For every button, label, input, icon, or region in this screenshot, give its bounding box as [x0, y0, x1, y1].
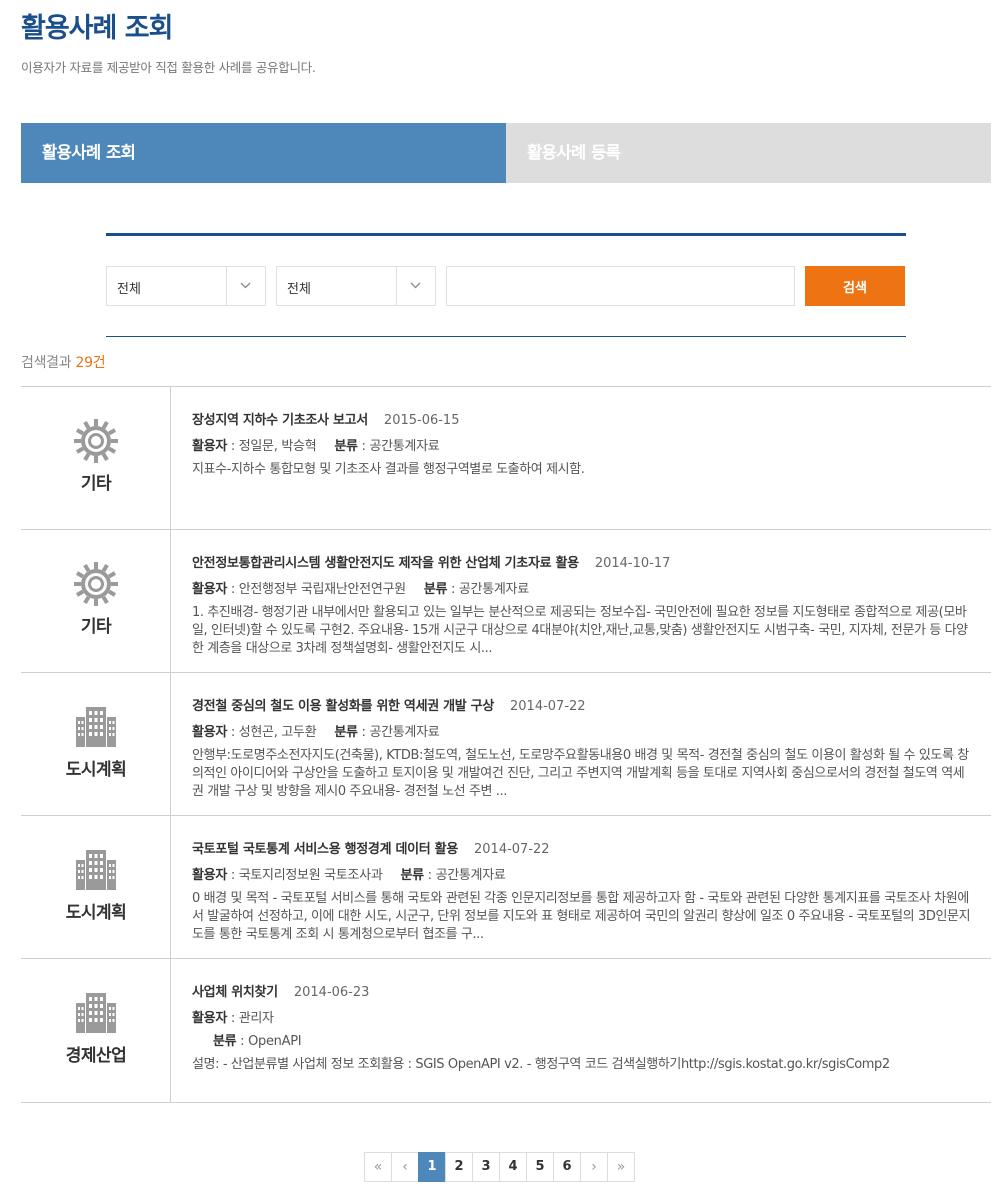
page-description: 이용자가 자료를 제공받아 직접 활용한 사례를 공유합니다. [21, 60, 316, 75]
category-cell: 기타 [21, 530, 171, 672]
item-date: 2014-06-23 [293, 985, 370, 1000]
field-select-value: 전체 [287, 282, 311, 297]
item-meta: 활용자 : 정일문, 박승혁 분류 : 공간통계자료 [192, 439, 440, 454]
page-button-1[interactable]: 1 [418, 1152, 446, 1182]
page-button-6[interactable]: 6 [553, 1152, 581, 1182]
gear-icon [72, 417, 120, 465]
item-class: 공간통계자료 [458, 582, 529, 597]
page-button-4[interactable]: 4 [499, 1152, 527, 1182]
item-meta: 활용자 : 안전행정부 국립재난안전연구원 분류 : 공간통계자료 [192, 582, 529, 597]
item-description: 안행부:도로명주소전자지도(건축물), KTDB:철도역, 철도노선, 도로망주… [192, 748, 969, 799]
gear-icon [72, 560, 120, 608]
category-select-value: 전체 [117, 282, 141, 297]
chevron-down-icon[interactable] [226, 267, 265, 305]
category-label: 도시계획 [65, 760, 127, 780]
item-title[interactable]: 장성지역 지하수 기초조사 보고서 [192, 413, 368, 428]
page-button-5[interactable]: 5 [526, 1152, 554, 1182]
item-user: 성현곤, 고두환 [238, 725, 317, 740]
item-user: 관리자 [238, 1011, 274, 1026]
item-description: 0 배경 및 목적 - 국토포털 서비스를 통해 국토와 관련된 각종 인문지리… [192, 891, 971, 942]
category-cell: 도시계획 [21, 673, 171, 815]
item-meta: 활용자 : 국토지리정보원 국토조사과 분류 : 공간통계자료 [192, 868, 506, 883]
item-title[interactable]: 국토포털 국토통계 서비스용 행정경계 데이터 활용 [192, 842, 458, 857]
item-title[interactable]: 경전철 중심의 철도 이용 활성화를 위한 역세권 개발 구상 [192, 699, 494, 714]
item-date: 2015-06-15 [383, 413, 460, 428]
item-class: OpenAPI [248, 1034, 302, 1049]
pagination: « ‹ 1 2 3 4 5 6 › » [364, 1152, 635, 1182]
tab-bar: 활용사례 조회 활용사례 등록 [21, 123, 991, 183]
item-user: 안전행정부 국립재난안전연구원 [238, 582, 406, 597]
item-meta: 활용자 : 관리자 [192, 1011, 274, 1026]
list-item[interactable]: 경제산업 사업체 위치찾기 2014-06-23 활용자 : 관리자 분류 : O… [21, 959, 991, 1102]
list-item[interactable]: 기타 장성지역 지하수 기초조사 보고서 2015-06-15 활용자 : 정일문… [21, 387, 991, 530]
item-date: 2014-07-22 [510, 699, 586, 714]
page-button-3[interactable]: 3 [472, 1152, 500, 1182]
list-item[interactable]: 도시계획 경전철 중심의 철도 이용 활성화를 위한 역세권 개발 구상 2014… [21, 673, 991, 816]
item-date: 2014-10-17 [594, 556, 671, 571]
result-count-label: 검색결과 [21, 355, 72, 371]
item-user: 국토지리정보원 국토조사과 [238, 868, 383, 883]
item-class: 공간통계자료 [369, 725, 440, 740]
search-input[interactable] [446, 266, 795, 306]
building-icon [72, 989, 120, 1037]
category-cell: 기타 [21, 387, 171, 529]
item-description: 지표수-지하수 통합모형 및 기초조사 결과를 행정구역별로 도출하여 제시함. [192, 462, 585, 477]
next-page-button[interactable]: › [580, 1152, 608, 1182]
item-description: 설명: - 산업분류별 사업체 정보 조회활용 : SGIS OpenAPI v… [192, 1057, 890, 1072]
case-list: 기타 장성지역 지하수 기초조사 보고서 2015-06-15 활용자 : 정일문… [21, 386, 991, 1103]
result-count: 검색결과 29건 [21, 352, 106, 372]
item-meta: 활용자 : 성현곤, 고두환 분류 : 공간통계자료 [192, 725, 440, 740]
page-title: 활용사례 조회 [21, 13, 173, 44]
search-button[interactable]: 검색 [805, 266, 905, 306]
category-cell: 도시계획 [21, 816, 171, 958]
item-title[interactable]: 사업체 위치찾기 [192, 985, 278, 1000]
category-label: 기타 [80, 474, 112, 494]
category-select[interactable]: 전체 [106, 266, 266, 306]
category-label: 경제산업 [65, 1046, 127, 1066]
tab-register-case[interactable]: 활용사례 등록 [506, 123, 991, 183]
item-title[interactable]: 안전정보통합관리시스템 생활안전지도 제작을 위한 산업체 기초자료 활용 [192, 556, 579, 571]
item-class: 공간통계자료 [369, 439, 440, 454]
building-icon [72, 846, 120, 894]
list-item[interactable]: 기타 안전정보통합관리시스템 생활안전지도 제작을 위한 산업체 기초자료 활용… [21, 530, 991, 673]
category-label: 기타 [80, 617, 112, 637]
item-class: 공간통계자료 [435, 868, 506, 883]
first-page-button[interactable]: « [364, 1152, 392, 1182]
category-cell: 경제산업 [21, 959, 171, 1102]
tab-view-cases[interactable]: 활용사례 조회 [21, 123, 506, 183]
page-button-2[interactable]: 2 [445, 1152, 473, 1182]
last-page-button[interactable]: » [607, 1152, 635, 1182]
item-date: 2014-07-22 [474, 842, 550, 857]
prev-page-button[interactable]: ‹ [391, 1152, 419, 1182]
item-user: 정일문, 박승혁 [238, 439, 317, 454]
list-item[interactable]: 도시계획 국토포털 국토통계 서비스용 행정경계 데이터 활용 2014-07-2… [21, 816, 991, 959]
chevron-down-icon[interactable] [396, 267, 435, 305]
search-panel: 전체 전체 검색 [106, 233, 906, 337]
result-count-number: 29건 [75, 355, 106, 371]
building-icon [72, 703, 120, 751]
item-meta-category: 분류 : OpenAPI [213, 1034, 302, 1049]
field-select[interactable]: 전체 [276, 266, 436, 306]
category-label: 도시계획 [65, 903, 127, 923]
item-description: 1. 추진배경- 행정기관 내부에서만 활용되고 있는 일부는 분산적으로 제공… [192, 605, 968, 656]
